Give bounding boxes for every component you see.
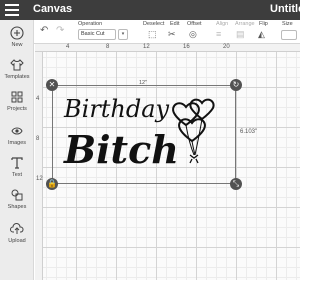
plus-circle-icon: [10, 26, 24, 40]
document-title[interactable]: Untitled: [270, 3, 311, 15]
sidebar-item-templates[interactable]: Templates: [0, 58, 34, 90]
operation-label: Operation: [78, 21, 103, 27]
arrange-label: Arrange: [235, 21, 255, 27]
arrange-icon[interactable]: ▤: [236, 29, 245, 40]
resize-handle-icon[interactable]: ⤡: [230, 178, 242, 190]
ruler-mark: 12: [36, 176, 43, 182]
align-label: Align: [216, 21, 229, 27]
sidebar-item-text[interactable]: Text: [0, 156, 34, 188]
rotate-handle-icon[interactable]: ↻: [230, 79, 242, 91]
undo-icon[interactable]: ↶: [40, 25, 48, 36]
app-title: Canvas: [33, 3, 73, 15]
size-label: Size: [282, 21, 293, 27]
image-icon: [11, 127, 23, 135]
ruler-mark: 4: [36, 96, 40, 102]
upload-icon: [10, 223, 24, 234]
sidebar-item-label: Upload: [8, 238, 26, 244]
sidebar-item-label: Templates: [4, 74, 30, 80]
text-icon: [11, 157, 23, 169]
redo-icon[interactable]: ↷: [56, 25, 64, 36]
ruler-mark: 8: [106, 44, 110, 50]
size-width-field[interactable]: [281, 30, 297, 40]
sidebar-item-label: Text: [11, 172, 23, 178]
lock-handle-icon[interactable]: 🔒: [46, 178, 58, 190]
shirt-icon: [10, 59, 24, 71]
top-bar: Canvas Untitled: [0, 0, 311, 20]
bottom-strip: [0, 280, 300, 300]
flip-icon[interactable]: ◭: [258, 29, 265, 40]
selection-height-label: 6.103": [240, 129, 258, 135]
delete-handle-icon[interactable]: ✕: [46, 79, 58, 91]
toolbar: ↶ ↷ Operation Basic Cut ▾ Deselect ⬚ Edi…: [0, 20, 300, 44]
deselect-icon[interactable]: ⬚: [148, 29, 157, 40]
shapes-icon: [11, 189, 23, 201]
ruler-mark: 20: [223, 44, 230, 50]
ruler-horizontal: 4 8 12 16 20: [35, 44, 300, 52]
selection-bounding-box: [52, 85, 236, 184]
edit-scissors-icon[interactable]: ✂: [168, 29, 176, 40]
sidebar-item-label: Projects: [7, 106, 27, 112]
sidebar-item-label: Shapes: [7, 204, 27, 210]
hamburger-menu-icon[interactable]: [5, 4, 19, 16]
sidebar-item-new[interactable]: New: [0, 26, 34, 58]
ruler-mark: 8: [36, 136, 40, 142]
sidebar-item-projects[interactable]: Projects: [0, 90, 34, 122]
left-sidebar: New Templates Projects Images Text Shape…: [0, 20, 34, 280]
sidebar-item-label: Images: [7, 140, 27, 146]
operation-options-button[interactable]: ▾: [118, 29, 128, 40]
offset-icon[interactable]: ◎: [189, 29, 197, 40]
sidebar-item-images[interactable]: Images: [0, 124, 34, 156]
operation-select[interactable]: Basic Cut: [78, 29, 116, 40]
grid-icon: [11, 91, 23, 103]
edit-label: Edit: [170, 21, 180, 27]
sidebar-item-label: New: [11, 42, 23, 48]
ruler-mark: 16: [183, 44, 190, 50]
ruler-vertical: 4 8 12: [35, 52, 43, 280]
sidebar-item-upload[interactable]: Upload: [0, 222, 34, 254]
ruler-mark: 4: [66, 44, 70, 50]
flip-label: Flip: [259, 21, 268, 27]
offset-label: Offset: [187, 21, 202, 27]
align-icon[interactable]: ≡: [216, 29, 221, 39]
sidebar-item-shapes[interactable]: Shapes: [0, 188, 34, 220]
ruler-mark: 12: [143, 44, 150, 50]
deselect-label: Deselect: [143, 21, 165, 27]
